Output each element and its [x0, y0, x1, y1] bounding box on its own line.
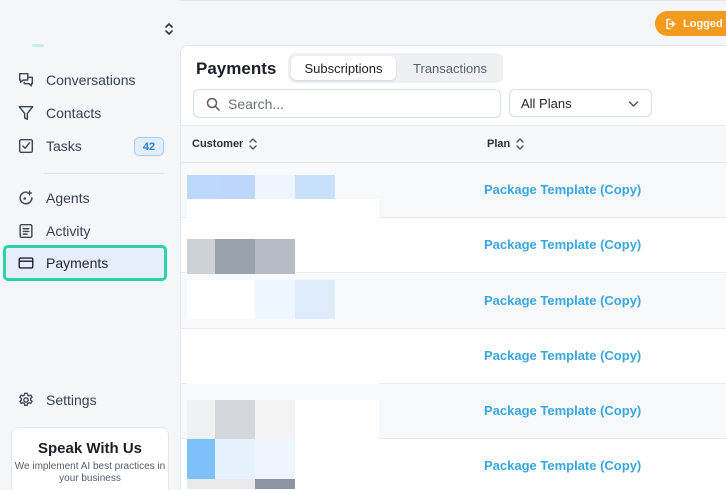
search-icon: [206, 97, 220, 111]
table-row[interactable]: Package Template (Copy): [181, 218, 726, 279]
redacted-customer-block: [187, 175, 221, 199]
sidebar-item-label: Payments: [46, 255, 109, 271]
redacted-customer-block: [255, 400, 295, 439]
promo-title: Speak With Us: [37, 440, 143, 457]
tab-transactions[interactable]: Transactions: [402, 56, 498, 80]
top-bar-border: [180, 0, 726, 1]
table-header: Customer Plan: [181, 125, 726, 163]
table-row[interactable]: Package Template (Copy): [181, 274, 726, 329]
redacted-customer-block: [255, 175, 295, 199]
plan-link[interactable]: Package Template (Copy): [484, 403, 641, 418]
sidebar-item-label: Activity: [46, 223, 91, 239]
gear-icon: [16, 390, 36, 410]
checkbox-icon: [16, 136, 36, 156]
sidebar-item-conversations[interactable]: Conversations: [6, 65, 164, 95]
plan-filter-select[interactable]: All Plans: [509, 89, 652, 117]
column-header-label: Plan: [487, 138, 511, 150]
activity-icon: [16, 221, 36, 241]
sidebar-item-tasks[interactable]: Tasks 42: [6, 131, 164, 161]
top-bar: [180, 0, 726, 45]
sidebar-item-label: Settings: [46, 392, 97, 408]
logout-icon: [666, 18, 676, 29]
redacted-customer-block: [295, 280, 335, 319]
search-box: [193, 89, 501, 118]
sidebar-item-agents[interactable]: Agents: [6, 183, 164, 213]
plan-filter-value: All Plans: [521, 95, 572, 111]
redacted-customer-block: [255, 439, 295, 479]
sidebar-item-label: Tasks: [46, 138, 82, 154]
page-title: Payments: [196, 59, 277, 78]
redacted-customer-block: [187, 400, 215, 439]
redacted-customer-block: [255, 280, 295, 319]
column-header-customer[interactable]: Customer: [192, 137, 258, 151]
tab-group: Subscriptions Transactions: [288, 53, 503, 83]
table-row[interactable]: Package Template (Copy): [181, 384, 726, 439]
redacted-customer-block: [255, 239, 295, 279]
logged-status-button[interactable]: Logged: [655, 11, 726, 36]
sidebar-item-activity[interactable]: Activity: [6, 216, 164, 246]
sort-icon: [249, 138, 258, 150]
redacted-customer-block: [187, 239, 215, 279]
plan-link[interactable]: Package Template (Copy): [484, 348, 641, 363]
redacted-customer-block: [215, 439, 255, 479]
plan-link[interactable]: Package Template (Copy): [484, 458, 641, 473]
agents-icon: [16, 188, 36, 208]
column-header-label: Customer: [192, 138, 244, 150]
sidebar: Conversations Contacts Tasks 42 Agents A…: [0, 0, 180, 490]
plan-link[interactable]: Package Template (Copy): [484, 237, 641, 252]
redacted-customer-block: [221, 175, 255, 199]
logged-status-label: Logged: [683, 17, 723, 30]
sort-icon: [516, 138, 524, 150]
filter-icon: [16, 103, 36, 123]
column-header-plan[interactable]: Plan: [487, 137, 525, 151]
table-row[interactable]: Package Template (Copy): [181, 163, 726, 218]
credit-card-icon: [16, 253, 36, 273]
redacted-customer-block: [295, 175, 335, 199]
sidebar-item-contacts[interactable]: Contacts: [6, 98, 164, 128]
tasks-count-badge: 42: [134, 137, 164, 156]
workspace-logo: [32, 44, 44, 47]
speak-with-us-card[interactable]: Speak With Us We implement AI best pract…: [11, 427, 169, 490]
sidebar-item-settings[interactable]: Settings: [6, 385, 164, 415]
sidebar-divider: [44, 173, 164, 174]
chevron-up-down-icon[interactable]: [163, 21, 175, 37]
sidebar-item-label: Agents: [46, 190, 90, 206]
plan-link[interactable]: Package Template (Copy): [484, 293, 641, 308]
sidebar-item-payments[interactable]: Payments: [3, 245, 167, 281]
redacted-customer-block: [187, 329, 379, 384]
redacted-customer-block: [255, 479, 295, 489]
plan-link[interactable]: Package Template (Copy): [484, 182, 641, 197]
redacted-customer-block: [215, 239, 255, 279]
redacted-customer-block: [295, 400, 379, 439]
promo-subtitle: We implement AI best practices in your b…: [14, 461, 166, 484]
conversations-icon: [16, 70, 36, 90]
sidebar-item-label: Contacts: [46, 105, 102, 121]
table-row[interactable]: Package Template (Copy): [181, 329, 726, 384]
main-panel: Payments Subscriptions Transactions All …: [180, 45, 726, 490]
search-input[interactable]: [228, 95, 488, 112]
chevron-down-icon: [628, 101, 639, 107]
redacted-customer-block: [215, 400, 255, 439]
redacted-customer-block: [187, 199, 379, 218]
redacted-customer-block: [187, 280, 255, 319]
tab-subscriptions[interactable]: Subscriptions: [291, 56, 396, 80]
redacted-customer-block: [187, 439, 215, 479]
table-row[interactable]: Package Template (Copy): [181, 439, 726, 490]
sidebar-item-label: Conversations: [46, 72, 136, 88]
